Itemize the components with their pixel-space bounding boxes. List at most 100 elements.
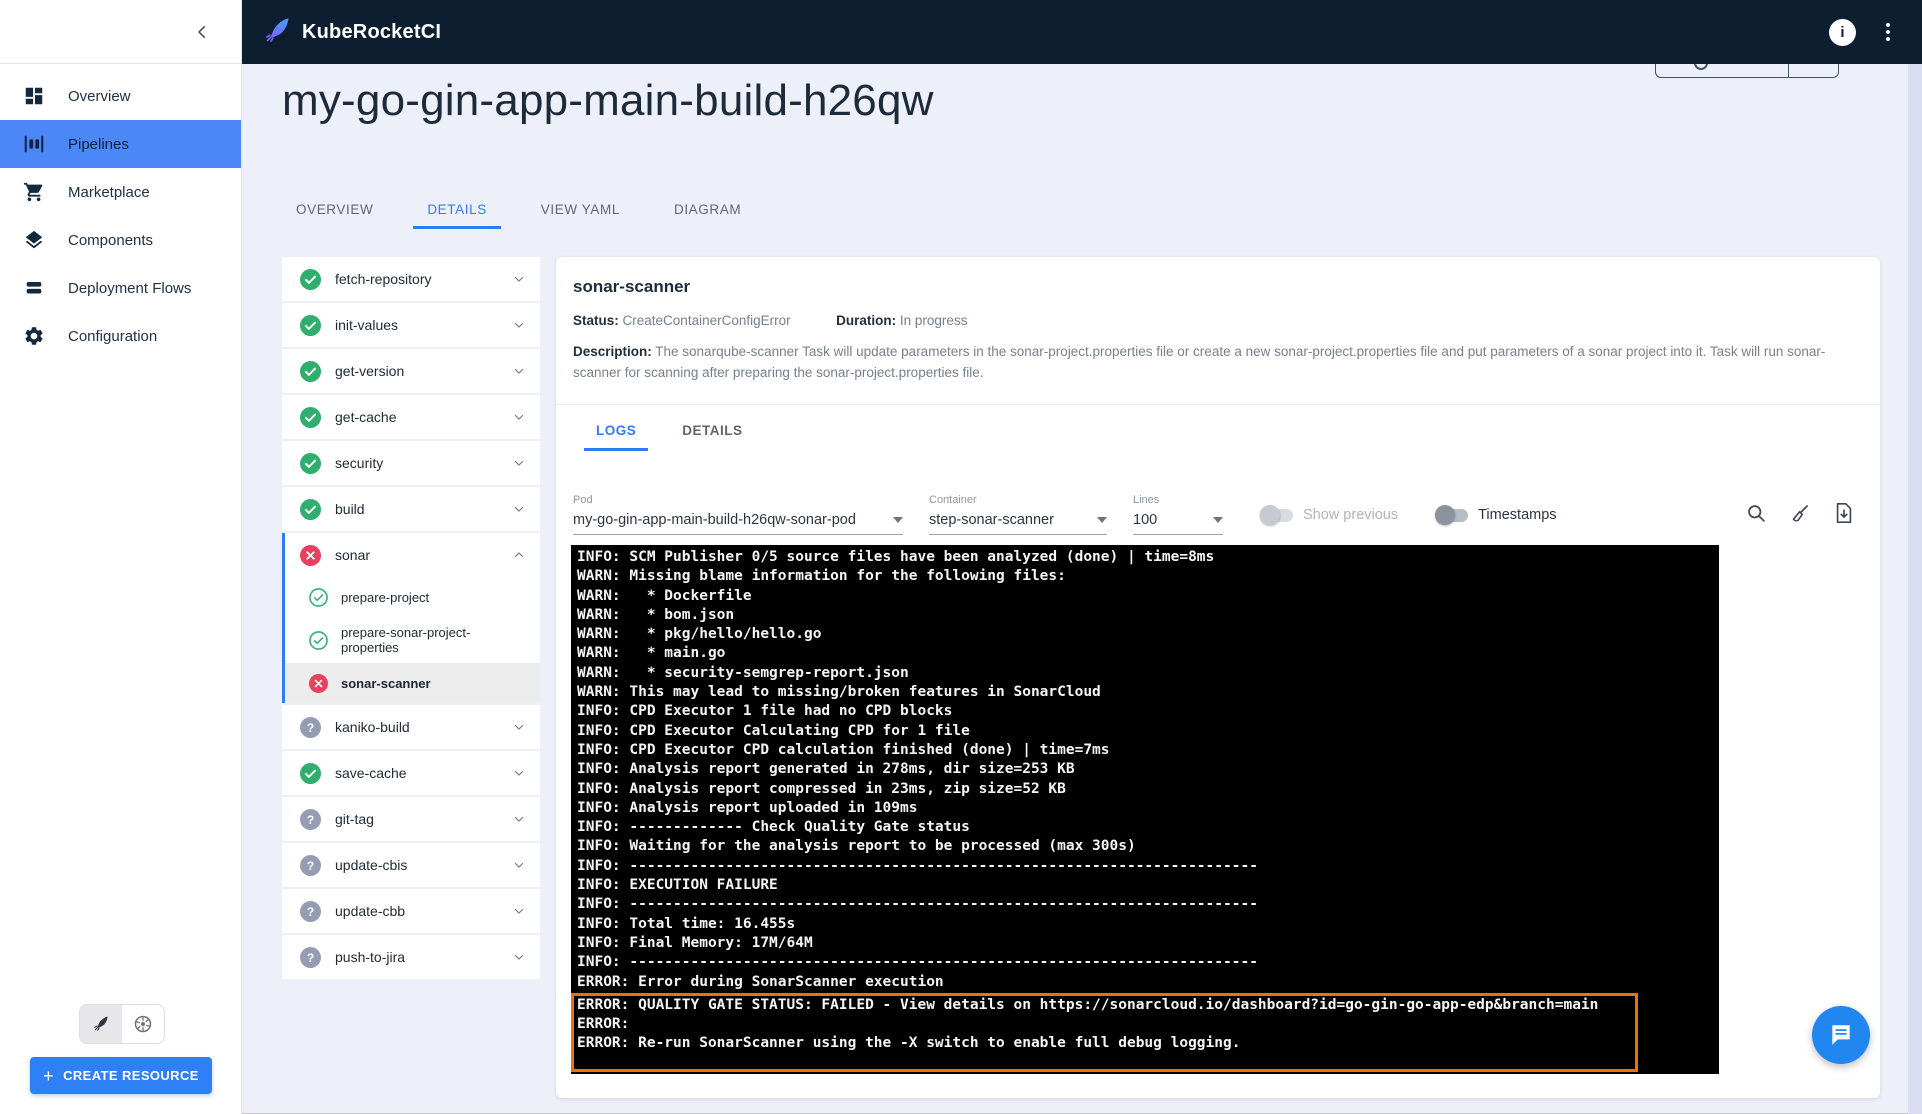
tab-view-yaml[interactable]: VIEW YAML [527, 196, 634, 229]
kubernetes-view-button[interactable] [122, 1005, 164, 1043]
status-success-outline-icon [309, 630, 328, 650]
stack-icon [22, 276, 46, 300]
download-logs-button[interactable] [1832, 501, 1856, 525]
tab-task-details[interactable]: DETAILS [670, 415, 754, 451]
status-success-icon [300, 762, 321, 784]
task-row-save-cache[interactable]: save-cache [282, 751, 540, 795]
chevron-down-icon [1097, 517, 1107, 523]
clear-logs-button[interactable] [1788, 501, 1812, 525]
sidebar-item-pipelines[interactable]: Pipelines [0, 120, 241, 168]
status-pending-icon: ? [300, 946, 321, 968]
view-mode-toggle [79, 1004, 165, 1044]
log-line: WARN: Missing blame information for the … [577, 568, 1066, 585]
task-row-security[interactable]: security [282, 441, 540, 485]
page-title: my-go-gin-app-main-build-h26qw [282, 76, 934, 125]
page-scrollbar[interactable] [1908, 64, 1922, 1114]
log-line: ERROR: Re-run SonarScanner using the -X … [577, 1035, 1241, 1052]
svg-text:?: ? [307, 905, 314, 919]
timestamps-toggle[interactable]: Timestamps [1435, 505, 1557, 525]
container-select[interactable]: Container step-sonar-scanner [929, 494, 1107, 535]
info-icon[interactable]: i [1829, 18, 1856, 46]
log-line: INFO: ----------------------------------… [577, 857, 1258, 874]
sidebar-item-label: Overview [68, 87, 131, 105]
sidebar-collapse-button[interactable] [187, 17, 217, 47]
task-label: kaniko-build [335, 719, 410, 735]
chevron-down-icon [514, 770, 524, 776]
quill-icon [94, 1016, 108, 1031]
sidebar-item-marketplace[interactable]: Marketplace [0, 168, 241, 216]
log-terminal[interactable]: INFO: SCM Publisher 0/5 source files hav… [571, 545, 1719, 1074]
log-line: INFO: SCM Publisher 0/5 source files hav… [577, 549, 1215, 565]
chevron-down-icon [514, 368, 524, 374]
log-line: WARN: * main.go [577, 645, 726, 662]
task-row-update-cbis[interactable]: ? update-cbis [282, 843, 540, 887]
sidebar-item-configuration[interactable]: Configuration [0, 312, 241, 360]
sidebar-item-deployment-flows[interactable]: Deployment Flows [0, 264, 241, 312]
lines-select[interactable]: Lines 100 [1133, 494, 1223, 535]
sidebar-item-label: Configuration [68, 327, 158, 345]
kebab-menu-icon[interactable] [1882, 19, 1894, 45]
task-label: init-values [335, 317, 399, 333]
status-success-outline-icon [309, 587, 328, 607]
task-label: sonar [335, 547, 371, 563]
log-line: INFO: Final Memory: 17M/64M [577, 934, 813, 951]
chat-bubble-icon [1832, 1025, 1850, 1045]
plus-icon: + [43, 1065, 55, 1086]
search-logs-button[interactable] [1744, 501, 1768, 525]
search-icon [1747, 504, 1765, 522]
task-row-get-version[interactable]: get-version [282, 349, 540, 393]
task-label: get-cache [335, 409, 397, 425]
app-root: KubeRocketCI i Overview Pipelines Marketpl… [0, 0, 1922, 1114]
status-pending-icon: ? [300, 900, 321, 922]
brand[interactable]: KubeRocketCI [242, 16, 441, 49]
log-line: WARN: * bom.json [577, 606, 735, 623]
tab-details[interactable]: DETAILS [413, 196, 501, 229]
task-row-get-cache[interactable]: get-cache [282, 395, 540, 439]
app-header: KubeRocketCI i [242, 0, 1922, 64]
create-resource-button[interactable]: + CREATE RESOURCE [30, 1057, 212, 1094]
task-row-init-values[interactable]: init-values [282, 303, 540, 347]
sidebar-item-overview[interactable]: Overview [0, 72, 241, 120]
refresh-interval-control-cutoff[interactable] [1655, 62, 1839, 78]
chat-assistant-button[interactable] [1812, 1006, 1870, 1064]
log-controls: Pod my-go-gin-app-main-build-h26qw-sonar… [573, 479, 1856, 535]
krci-view-button[interactable] [80, 1005, 122, 1043]
task-row-fetch-repository[interactable]: fetch-repository [282, 257, 540, 301]
task-label: save-cache [335, 765, 407, 781]
pipelines-icon [22, 132, 46, 156]
panel-tabs: LOGS DETAILS [584, 415, 755, 451]
log-line: INFO: Total time: 16.455s [577, 915, 796, 932]
task-row-prepare-sonar-project-properties[interactable]: prepare-sonar-project-properties [285, 617, 540, 663]
chevron-down-icon [514, 954, 524, 960]
tab-overview[interactable]: OVERVIEW [282, 196, 387, 229]
pod-select[interactable]: Pod my-go-gin-app-main-build-h26qw-sonar… [573, 494, 903, 535]
status-error-icon [300, 544, 321, 566]
task-row-sonar-scanner[interactable]: sonar-scanner [285, 663, 540, 703]
task-row-push-to-jira[interactable]: ? push-to-jira [282, 935, 540, 979]
task-row-sonar[interactable]: sonar [285, 533, 540, 577]
task-label: fetch-repository [335, 271, 432, 287]
chevron-down-icon [514, 908, 524, 914]
brand-name: KubeRocketCI [302, 20, 442, 43]
status-success-icon [300, 360, 321, 382]
task-row-kaniko-build[interactable]: ? kaniko-build [282, 705, 540, 749]
task-row-update-cbb[interactable]: ? update-cbb [282, 889, 540, 933]
sidebar-item-components[interactable]: Components [0, 216, 241, 264]
task-group-sonar: sonar prepare-project prepare-sonar-projec… [282, 533, 540, 703]
status-success-icon [300, 268, 321, 290]
sidebar: Overview Pipelines Marketplace Components De… [0, 0, 242, 1114]
log-line: WARN: * pkg/hello/hello.go [577, 626, 822, 643]
chevron-down-icon [514, 862, 524, 868]
show-previous-toggle[interactable]: Show previous [1260, 505, 1398, 525]
tab-diagram[interactable]: DIAGRAM [660, 196, 755, 229]
log-line: INFO: CPD Executor CPD calculation finis… [577, 741, 1110, 758]
task-row-build[interactable]: build [282, 487, 540, 531]
log-error-highlight: ERROR: QUALITY GATE STATUS: FAILED - Vie… [571, 992, 1638, 1072]
task-row-prepare-project[interactable]: prepare-project [285, 577, 540, 617]
tab-logs[interactable]: LOGS [584, 415, 649, 451]
sidebar-item-label: Marketplace [68, 183, 150, 201]
task-row-git-tag[interactable]: ? git-tag [282, 797, 540, 841]
log-line: ERROR: Error during SonarScanner executi… [577, 973, 944, 990]
task-label: sonar-scanner [341, 675, 431, 691]
status-success-icon [300, 314, 321, 336]
